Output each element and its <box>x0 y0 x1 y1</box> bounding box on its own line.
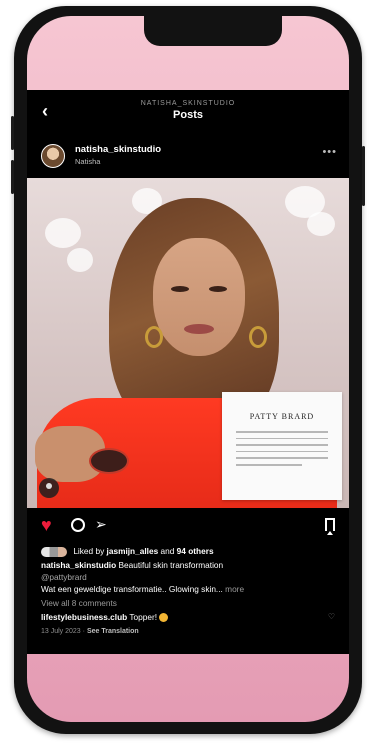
portrait-eye <box>171 286 189 292</box>
see-translation-link[interactable]: See Translation <box>87 628 139 635</box>
caption-line-2-text: Wat een geweldige transformatie.. Glowin… <box>41 584 226 594</box>
likes-summary[interactable]: Liked by jasmijn_alles and 94 others <box>41 546 214 557</box>
caption-username[interactable]: natisha_skinstudio <box>41 560 116 570</box>
brand-card-text-line <box>236 437 328 440</box>
header-subtitle: NATISHA_SKINSTUDIO <box>140 100 236 107</box>
post-date-row: 13 July 2023 · See Translation <box>41 628 139 635</box>
notch <box>144 16 282 46</box>
heart-icon[interactable]: ♥ <box>41 516 52 534</box>
instagram-post-view: ‹ NATISHA_SKINSTUDIO Posts natisha_skins… <box>27 90 349 654</box>
smiling-face-emoji-icon <box>159 613 169 623</box>
post-actions: ♥ ➢ <box>27 516 349 538</box>
volume-down-button <box>11 160 14 194</box>
blossom-decoration <box>45 218 81 248</box>
blossom-decoration <box>67 248 93 272</box>
caption-text: Beautiful skin transformation <box>118 560 224 570</box>
send-icon[interactable]: ➢ <box>95 515 107 533</box>
comment-row: lifestylebusiness.club Topper! <box>41 612 169 623</box>
brand-card-text-line <box>236 431 328 433</box>
author-display-name: Natisha <box>75 157 101 166</box>
brand-card-text-line <box>236 463 302 466</box>
post-image[interactable]: PATTY BRARD <box>27 178 349 508</box>
post-author-row[interactable]: natisha_skinstudio Natisha ••• <box>27 142 349 176</box>
likes-user[interactable]: jasmijn_alles <box>107 546 159 556</box>
brand-card: PATTY BRARD <box>222 392 342 500</box>
portrait-face <box>153 238 245 356</box>
author-username[interactable]: natisha_skinstudio <box>75 144 161 155</box>
likes-prefix: Liked by <box>73 546 105 556</box>
earring <box>145 326 163 348</box>
sunglasses <box>89 448 129 474</box>
earring <box>249 326 267 348</box>
chevron-left-icon[interactable]: ‹ <box>42 102 48 120</box>
power-button <box>362 146 365 206</box>
likes-joiner: and <box>160 546 175 556</box>
comment-username[interactable]: lifestylebusiness.club <box>41 612 127 622</box>
portrait-lips <box>184 324 214 334</box>
more-icon[interactable]: ••• <box>322 146 337 158</box>
caption-mention[interactable]: @pattybrard <box>41 572 87 582</box>
view-comments-link[interactable]: View all 8 comments <box>41 598 117 608</box>
comment-icon[interactable] <box>71 518 85 532</box>
tagged-people-icon[interactable] <box>39 478 59 498</box>
blossom-decoration <box>307 212 335 236</box>
volume-up-button <box>11 116 14 150</box>
post-date: 13 July 2023 <box>41 628 81 635</box>
comment-like-icon[interactable]: ♡ <box>328 612 335 621</box>
liker-avatars <box>41 546 67 557</box>
bookmark-icon[interactable] <box>325 518 335 535</box>
caption-line-1: natisha_skinstudio Beautiful skin transf… <box>41 560 223 570</box>
comment-text: Topper! <box>129 612 158 622</box>
caption-line-2: Wat een geweldige transformatie.. Glowin… <box>41 584 244 594</box>
header-title: Posts <box>173 109 203 121</box>
brand-card-text-line <box>236 450 328 453</box>
brand-card-text-line <box>236 457 328 459</box>
caption-more-link[interactable]: more <box>225 584 244 594</box>
post-header: ‹ NATISHA_SKINSTUDIO Posts <box>27 90 349 134</box>
phone-screen: ‹ NATISHA_SKINSTUDIO Posts natisha_skins… <box>27 16 349 722</box>
portrait-eye <box>209 286 227 292</box>
brand-card-title: PATTY BRARD <box>249 412 315 421</box>
avatar[interactable] <box>41 144 65 168</box>
brand-card-text-line <box>236 444 328 446</box>
likes-others[interactable]: 94 others <box>177 546 214 556</box>
